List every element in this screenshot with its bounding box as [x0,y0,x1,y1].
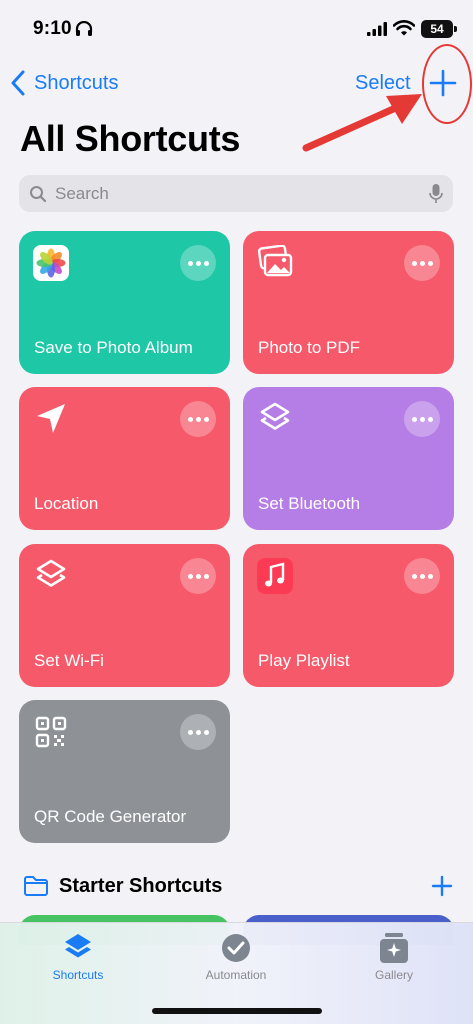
shortcut-card-location[interactable]: Location [19,387,230,530]
shortcut-card-play-playlist[interactable]: Play Playlist [243,544,454,687]
layers-icon [260,402,290,430]
more-button[interactable] [180,401,216,437]
layers-icon [65,934,91,958]
location-arrow-icon [37,404,65,433]
cellular-signal-icon [367,22,387,36]
shortcut-label: Set Wi-Fi [34,651,104,670]
more-button[interactable] [180,714,216,750]
more-button[interactable] [404,401,440,437]
music-note-icon [257,558,293,594]
shortcut-card-set-bluetooth[interactable]: Set Bluetooth [243,387,454,530]
shortcut-label: Save to Photo Album [34,338,193,357]
more-button[interactable] [404,245,440,281]
page-title: All Shortcuts [20,118,241,159]
back-button[interactable]: Shortcuts [10,70,118,96]
microphone-icon[interactable] [429,184,443,204]
qr-code-icon [35,716,67,748]
shortcut-label: Photo to PDF [258,338,361,357]
shortcut-card-set-wi-fi[interactable]: Set Wi-Fi [19,544,230,687]
photos-stack-icon [257,245,293,277]
tab-automation[interactable]: Automation [181,931,291,982]
shortcut-card-save-to-photo-album[interactable]: Save to Photo Album [19,231,230,374]
more-button[interactable] [404,558,440,594]
tab-gallery[interactable]: Gallery [339,931,449,982]
add-starter-shortcut-button[interactable] [430,874,454,898]
folder-icon [24,876,48,896]
clock-check-icon [222,934,250,962]
battery-indicator: 54 [421,20,457,38]
shortcut-card-photo-to-pdf[interactable]: Photo to PDF [243,231,454,374]
gallery-icon [380,933,408,963]
chevron-left-icon [11,70,25,96]
tab-label: Gallery [374,968,413,982]
search-icon [30,185,47,202]
more-button[interactable] [180,558,216,594]
shortcut-label: Play Playlist [258,651,350,670]
section-title-starter-shortcuts: Starter Shortcuts [59,875,223,897]
tab-label: Automation [205,968,267,982]
wifi-icon [393,20,415,36]
shortcut-label: Location [34,494,99,513]
status-bar: 9:10 54 [0,0,473,58]
search-bar[interactable] [19,175,453,212]
more-button[interactable] [180,245,216,281]
shortcut-label: Set Bluetooth [258,494,361,513]
tab-label: Shortcuts [52,968,104,982]
layers-icon [36,559,66,587]
home-indicator [152,1008,322,1014]
annotation-arrow-icon [302,94,422,152]
status-time: 9:10 [33,18,72,39]
shortcut-label: QR Code Generator [34,807,187,826]
tab-shortcuts[interactable]: Shortcuts [23,931,133,982]
search-input[interactable] [55,183,395,204]
back-button-label: Shortcuts [34,71,119,94]
headphones-icon [75,21,93,36]
shortcut-card-qr-code-generator[interactable]: QR Code Generator [19,700,230,843]
photos-icon [33,245,69,281]
